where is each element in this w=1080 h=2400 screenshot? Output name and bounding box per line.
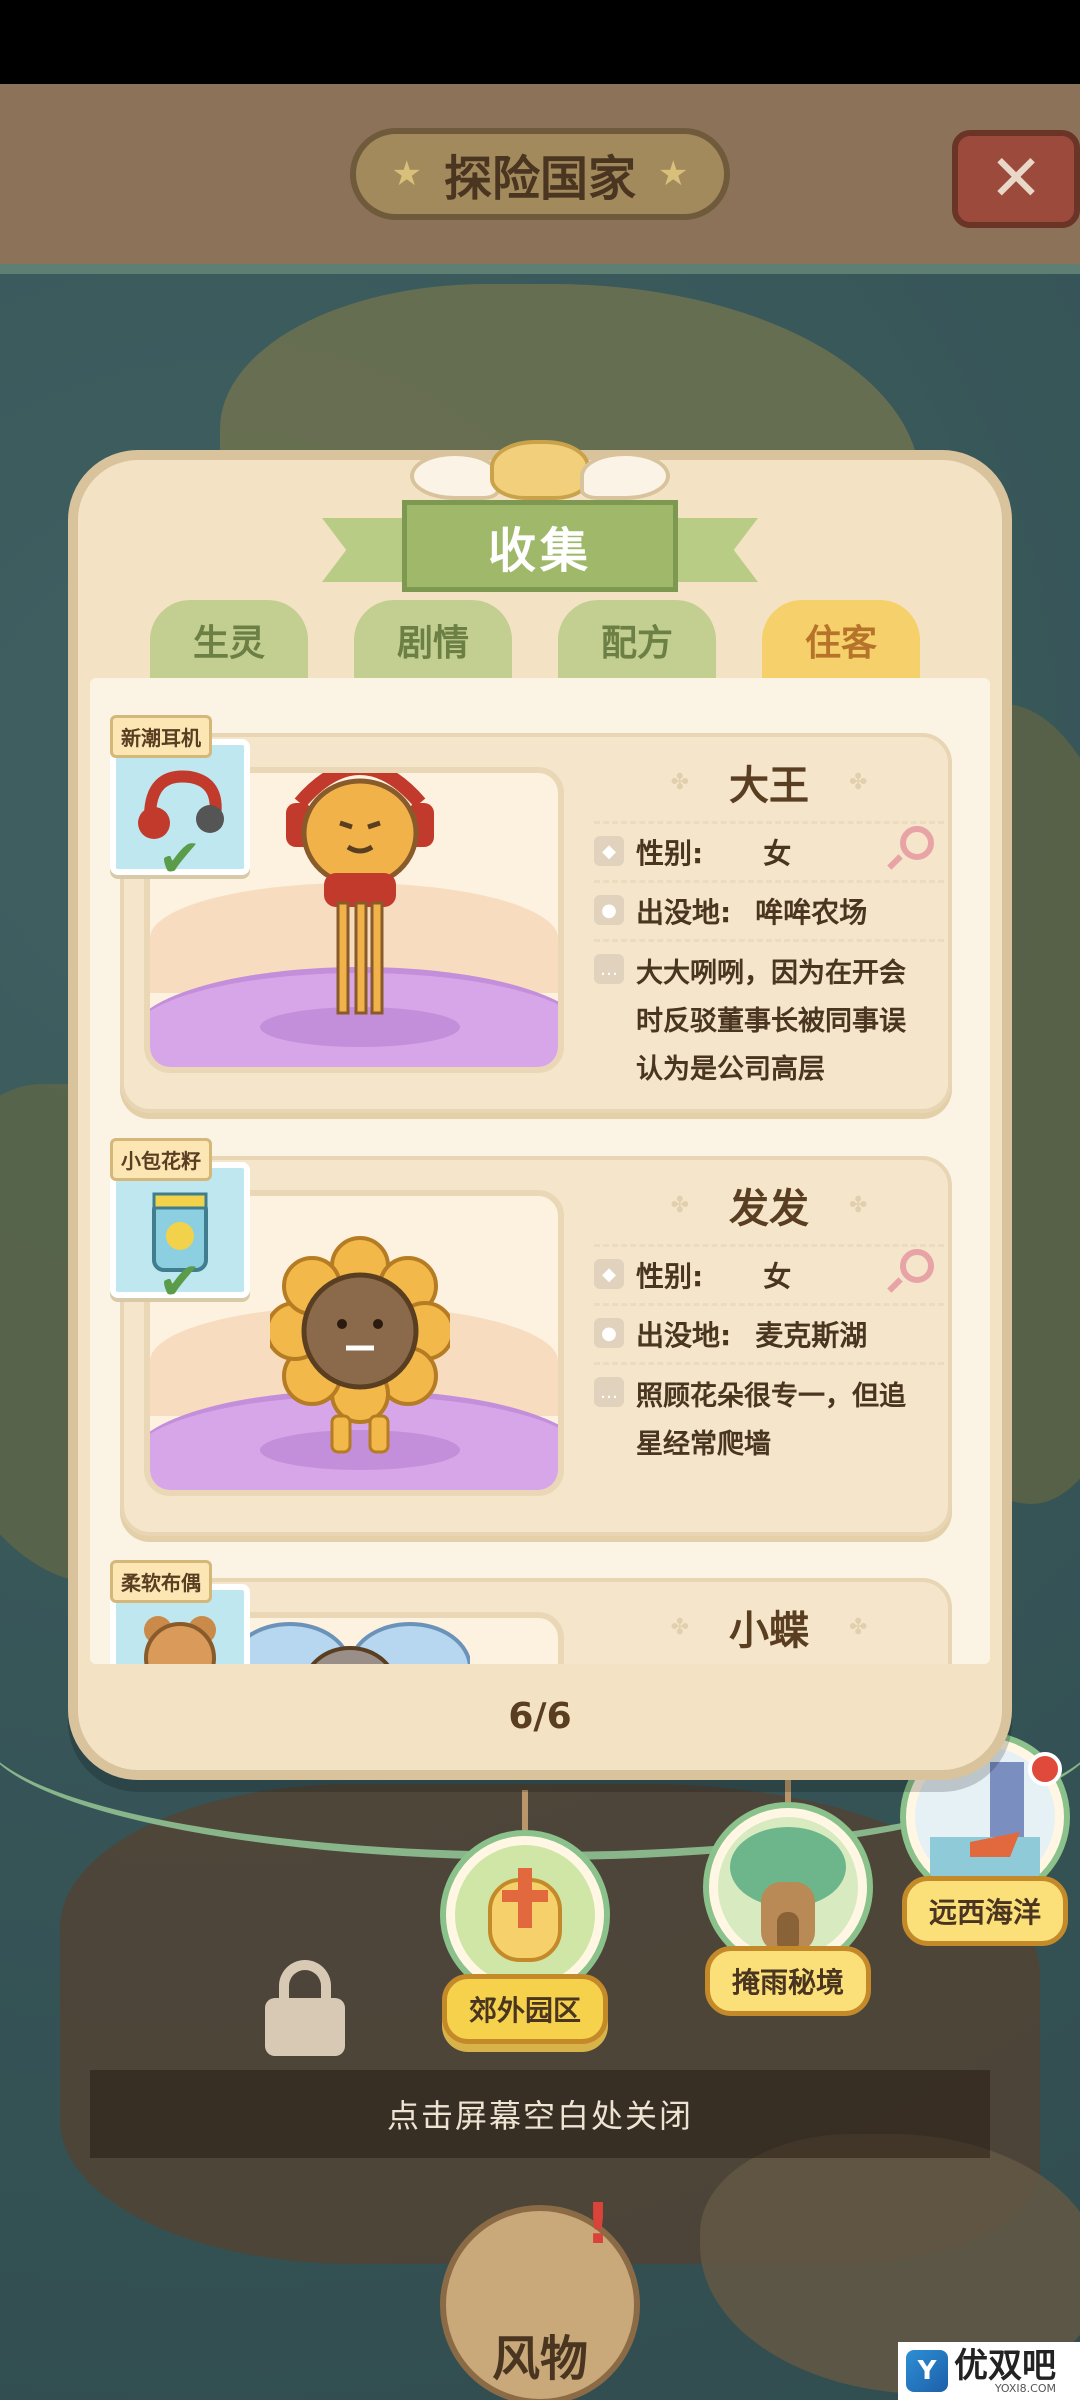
title-plate: ★ 探险国家 ★ (350, 128, 730, 220)
resident-card[interactable]: 小包花籽 ✔ ✤ 发发 ✤ ◆ 性别: 女 ● 出没地: 麦克斯湖 … 照顾花朵… (110, 1138, 952, 1536)
description-line: 星经常爬墙 (636, 1429, 771, 1460)
watermark-text: 优双吧 (954, 2345, 1056, 2386)
gender-value: 女 (763, 1260, 792, 1293)
item-badge-label: 小包花籽 (110, 1138, 212, 1181)
resident-name: 大王 (729, 763, 809, 809)
close-hint-bar[interactable]: 点击屏幕空白处关闭 (90, 2070, 990, 2158)
description-line: 大大咧咧，因为在开会 (636, 958, 906, 989)
female-icon (887, 1249, 934, 1295)
sunflower-character-icon (270, 1236, 450, 1454)
description-line: 照顾花朵很专一，但追 (636, 1381, 906, 1412)
lock-icon (265, 1960, 345, 2056)
resident-info: ✤ 发发 ✤ ◆ 性别: 女 ● 出没地: 麦克斯湖 … 照顾花朵很专一，但追 … (594, 1166, 944, 1526)
item-badge-label: 柔软布偶 (110, 1560, 212, 1603)
tiger-character-icon (286, 773, 434, 1015)
region-label: 郊外园区 (441, 1974, 608, 2044)
description-row: … 照顾花朵很专一，但追 星经常爬墙 (594, 1362, 944, 1477)
close-button[interactable]: ✕ (952, 130, 1080, 228)
star-icon: ★ (391, 154, 422, 194)
resident-card[interactable]: 柔软布偶 ✤ 小蝶 ✤ (110, 1560, 952, 1664)
female-icon (887, 826, 934, 872)
park-gate-icon (455, 1845, 595, 1985)
close-icon: ✕ (989, 142, 1043, 216)
wing-icon (580, 452, 670, 500)
watermark-logo-icon: Y (906, 2350, 948, 2392)
resident-list[interactable]: 新潮耳机 ✔ ✤ 大王 ✤ ◆ 性别: 女 ● 出没地: 哞哞农场 … 大大咧咧… (90, 678, 990, 1664)
resident-info: ✤ 大王 ✤ ◆ 性别: 女 ● 出没地: 哞哞农场 … 大大咧咧，因为在开会 … (594, 743, 944, 1103)
location-row: ● 出没地: 麦克斯湖 (594, 1303, 944, 1362)
teddy-bear-icon (144, 1616, 216, 1664)
exclamation-icon: ! (585, 2192, 611, 2257)
location-pin-icon: ● (594, 1318, 624, 1348)
close-hint-text: 点击屏幕空白处关闭 (386, 2097, 693, 2135)
speech-bubble-icon: … (594, 1377, 624, 1407)
tab-recipes[interactable]: 配方 (558, 600, 716, 680)
region-label: 掩雨秘境 (704, 1946, 871, 2016)
scenery-label: 风物 (491, 2331, 588, 2387)
modal-title: 收集 (487, 523, 592, 579)
resident-info: ✤ 小蝶 ✤ (594, 1588, 944, 1664)
page-title: 探险国家 (443, 151, 636, 207)
star-icon: ★ (658, 154, 689, 194)
resident-name: 发发 (729, 1186, 809, 1232)
clover-icon: ✤ (849, 769, 868, 795)
location-pin-icon: ● (594, 895, 624, 925)
wing-icon (410, 452, 500, 500)
resident-name: 小蝶 (729, 1608, 809, 1654)
description-row: … 大大咧咧，因为在开会 时反驳董事长被同事误 认为是公司高层 (594, 939, 944, 1102)
gender-value: 女 (763, 837, 792, 870)
tab-story[interactable]: 剧情 (354, 600, 512, 680)
gender-row: ◆ 性别: 女 (594, 1244, 944, 1303)
item-badge-label: 新潮耳机 (110, 715, 212, 758)
cat-face-icon: ◆ (594, 1259, 624, 1289)
region-tag-suburb[interactable]: 郊外园区 (440, 1790, 610, 2044)
description-line: 时反驳董事长被同事误 (636, 1006, 906, 1037)
watermark-url: YOXI8.COM (994, 2381, 1056, 2395)
clover-icon: ✤ (670, 1192, 689, 1218)
page-count: 6/6 (508, 1695, 572, 1737)
resident-card[interactable]: 新潮耳机 ✔ ✤ 大王 ✤ ◆ 性别: 女 ● 出没地: 哞哞农场 … 大大咧咧… (110, 715, 952, 1113)
region-label: 远西海洋 (901, 1876, 1068, 1946)
site-watermark: Y 优双吧 YOXI8.COM (898, 2342, 1080, 2400)
gender-row: ◆ 性别: 女 (594, 821, 944, 880)
tree-house-icon (718, 1817, 858, 1957)
region-tag-rain[interactable]: 掩雨秘境 (703, 1762, 873, 2016)
clover-icon: ✤ (849, 1614, 868, 1640)
location-value: 麦克斯湖 (755, 1319, 868, 1352)
title-ribbon: 收集 (322, 500, 758, 592)
status-bar (0, 0, 1080, 84)
speech-bubble-icon: … (594, 954, 624, 984)
cat-icon (490, 440, 590, 500)
clover-icon: ✤ (670, 1614, 689, 1640)
cat-face-icon: ◆ (594, 836, 624, 866)
page-indicator: 6/6 (90, 1664, 990, 1768)
butterfly-character-icon (230, 1622, 470, 1664)
location-row: ● 出没地: 哞哞农场 (594, 880, 944, 939)
collection-tabs: 生灵 剧情 配方 住客 (150, 600, 930, 680)
tab-creatures[interactable]: 生灵 (150, 600, 308, 680)
description-line: 认为是公司高层 (636, 1054, 825, 1085)
location-value: 哞哞农场 (755, 896, 868, 929)
tab-residents[interactable]: 住客 (762, 600, 920, 680)
clover-icon: ✤ (670, 769, 689, 795)
alert-dot (1028, 1752, 1062, 1786)
check-icon: ✔ (158, 1252, 202, 1312)
check-icon: ✔ (158, 829, 202, 889)
clover-icon: ✤ (849, 1192, 868, 1218)
